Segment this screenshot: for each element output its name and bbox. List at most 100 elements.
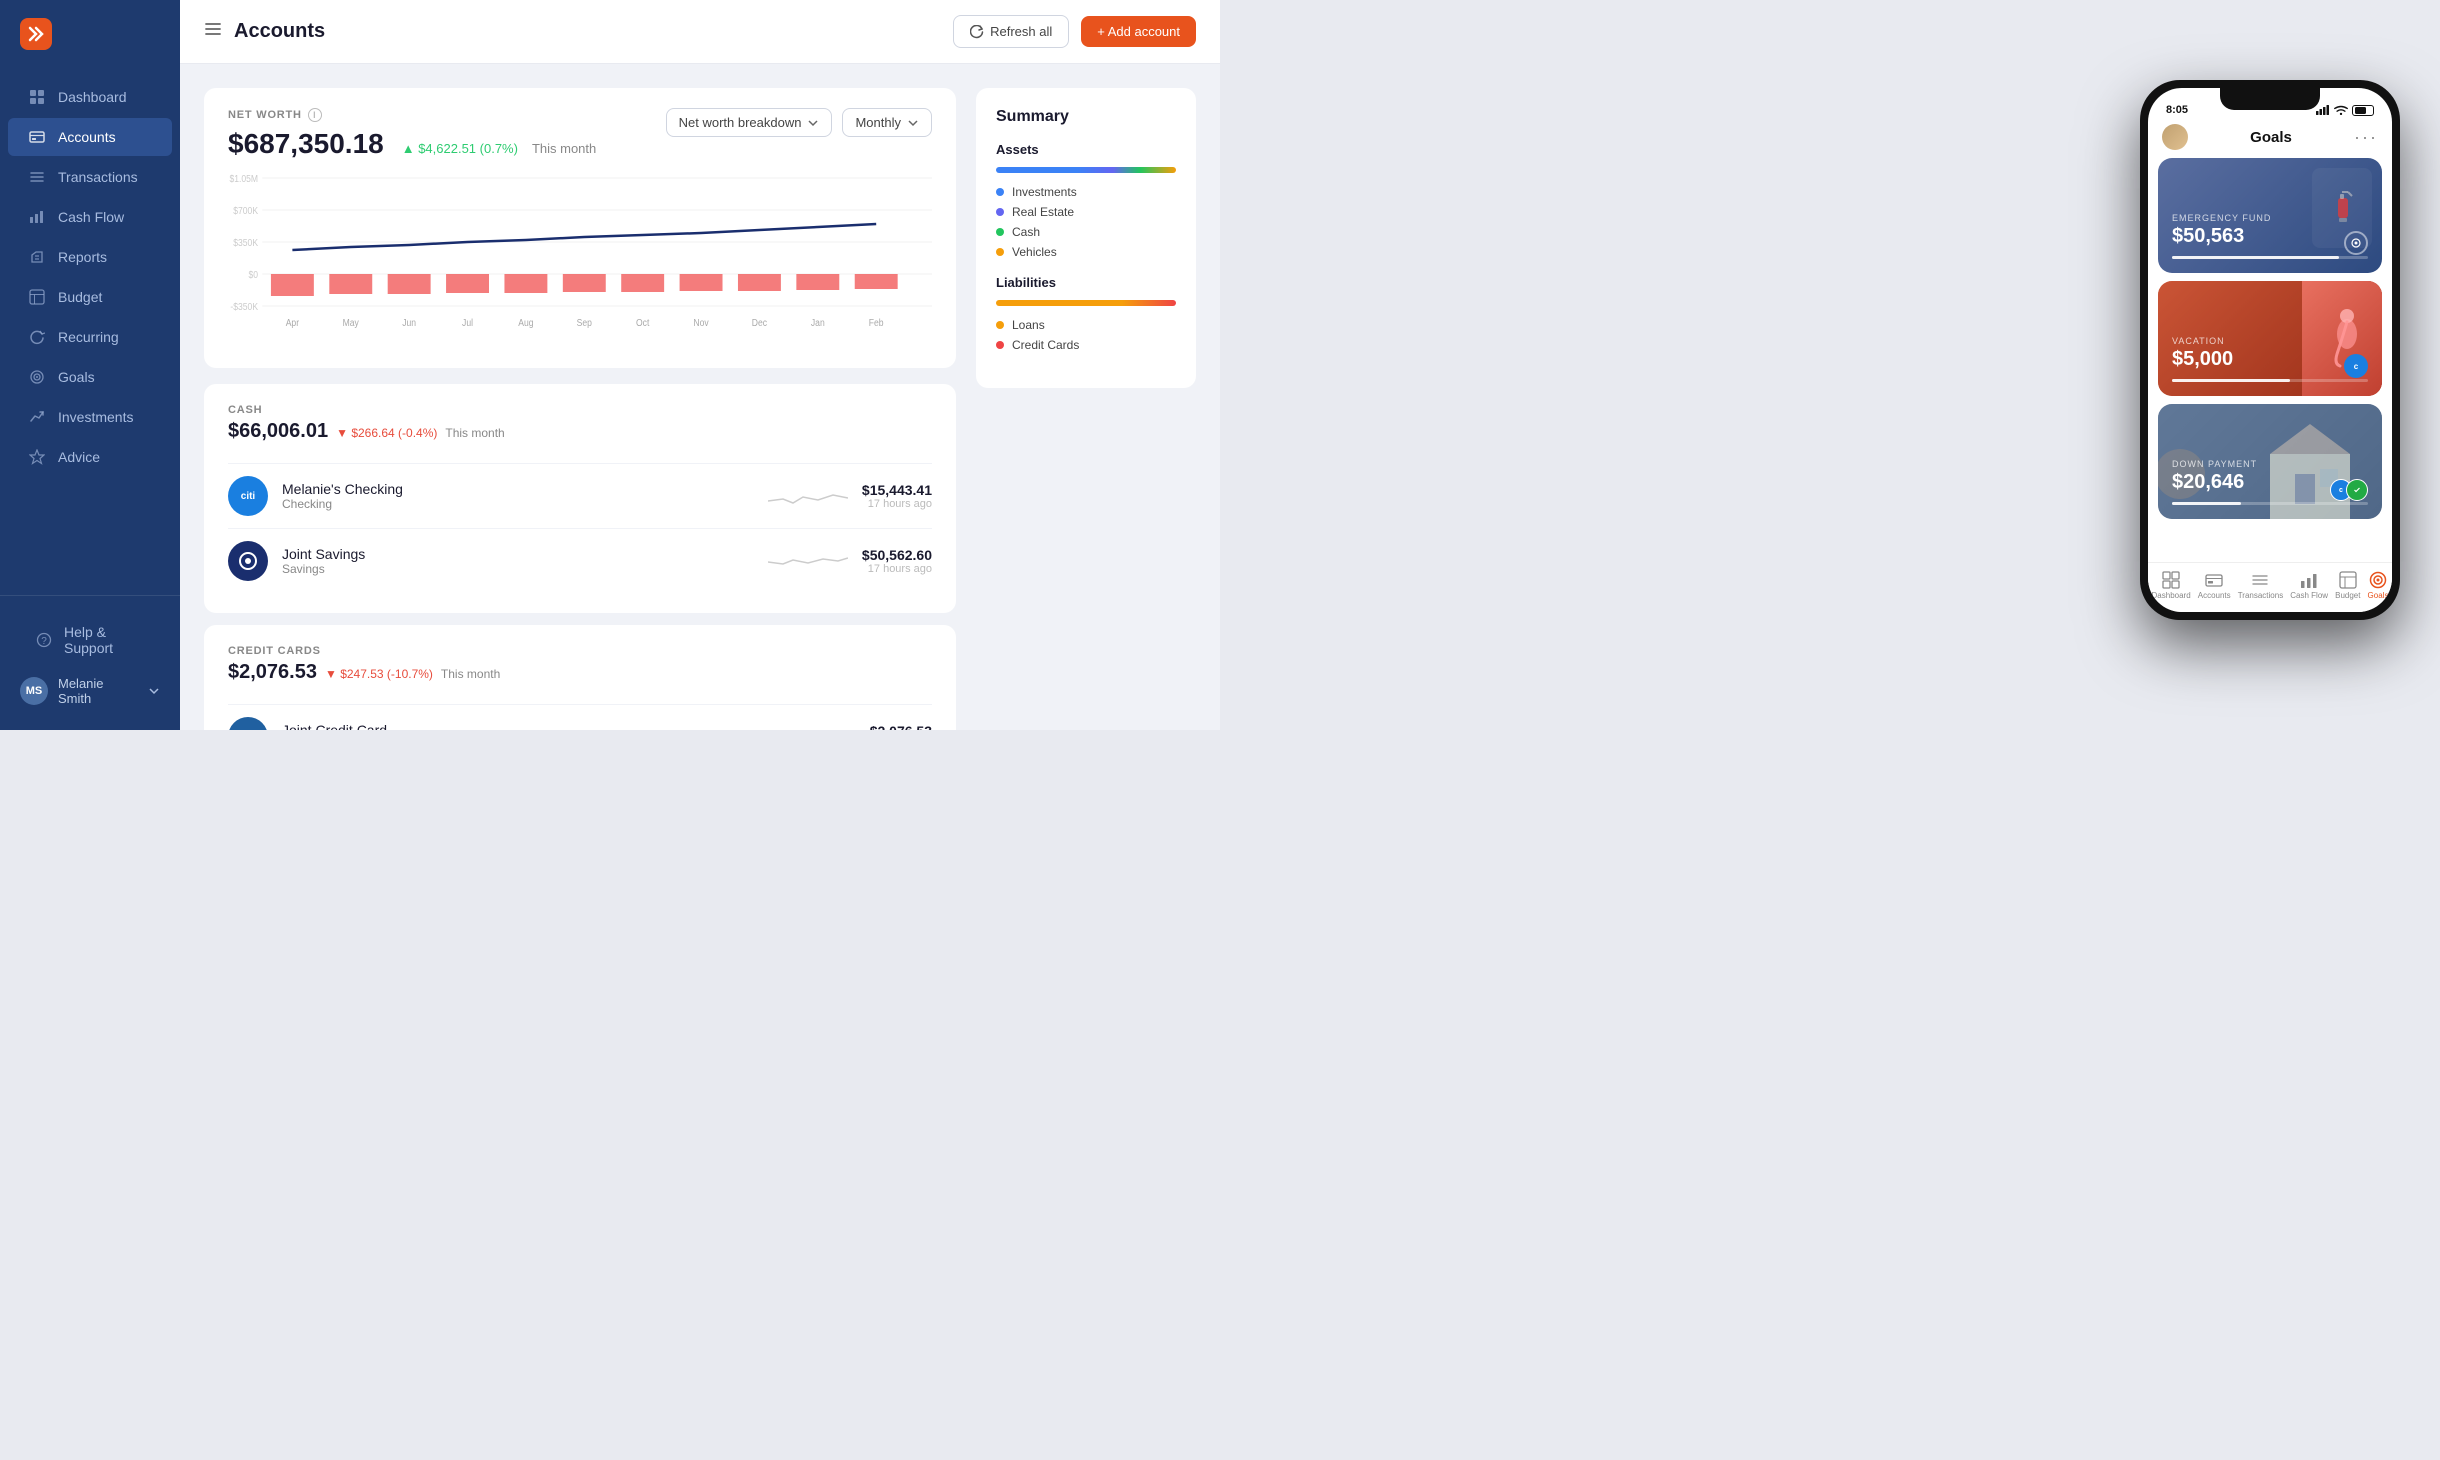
sidebar-item-budget[interactable]: Budget [8,278,172,316]
phone-tab-dashboard[interactable]: Dashboard [2152,571,2191,600]
more-options-icon[interactable]: ··· [2354,127,2378,148]
account-time: 17 hours ago [862,563,932,575]
phone-tab-budget[interactable]: Budget [2335,571,2360,600]
goal-content: EMERGENCY FUND $50,563 [2158,158,2382,273]
account-joint-savings[interactable]: Joint Savings Savings $50,562.60 17 hour… [228,528,932,593]
cashflow-icon [28,208,46,226]
refresh-icon [970,25,984,39]
svg-text:$350K: $350K [233,237,259,248]
main-content: Accounts Refresh all + Add account [180,0,1220,730]
sidebar-item-dashboard[interactable]: Dashboard [8,78,172,116]
app-logo[interactable] [20,18,52,50]
phone-tab-transactions[interactable]: Transactions [2238,571,2284,600]
battery-icon [2352,105,2374,116]
budget-icon [28,288,46,306]
svg-text:?: ? [41,636,47,647]
chevron-down-icon [807,117,819,129]
net-worth-label: NET WORTH i [228,108,596,122]
monthly-dropdown[interactable]: Monthly [842,108,932,137]
user-menu[interactable]: MS Melanie Smith [8,668,172,714]
sidebar-item-goals[interactable]: Goals [8,358,172,396]
goal-vacation[interactable]: VACATION $5,000 c [2158,281,2382,396]
menu-icon[interactable] [204,20,222,43]
net-worth-change: ▲ $4,622.51 (0.7%) [402,141,518,156]
tab-transactions-icon [2251,571,2269,589]
sidebar-item-advice[interactable]: Advice [8,438,172,476]
content-area: NET WORTH i $687,350.18 ▲ $4,622.51 (0.7… [180,64,1220,730]
account-joint-credit[interactable]: AMEX Joint Credit Card Credit Card $2,07… [228,704,932,730]
svg-text:Feb: Feb [869,317,884,328]
goal-progress-bg [2172,379,2368,382]
sidebar-item-label: Reports [58,249,107,265]
net-worth-card: NET WORTH i $687,350.18 ▲ $4,622.51 (0.7… [204,88,956,368]
tab-cashflow-icon [2300,571,2318,589]
net-worth-period: This month [532,141,596,156]
refresh-all-button[interactable]: Refresh all [953,15,1069,48]
add-account-button[interactable]: + Add account [1081,16,1196,47]
right-panel: Summary Assets Investments Real Estate C… [976,88,1196,706]
info-icon[interactable]: i [308,108,322,122]
account-melanie-checking[interactable]: citi Melanie's Checking Checking $15,443… [228,463,932,528]
account-balance: $50,562.60 [862,547,932,563]
phone-title: Goals [2250,129,2292,146]
tab-accounts-icon [2205,571,2223,589]
account-name: Joint Credit Card [282,722,760,730]
reports-icon [28,248,46,266]
cash-dot [996,228,1004,236]
credit-change: ▼ $247.53 (-10.7%) [325,667,433,681]
liabilities-legend: Loans Credit Cards [996,318,1176,352]
goal-content: DOWN PAYMENT $20,646 [2158,404,2382,519]
svg-text:Aug: Aug [518,317,533,328]
credit-header: CREDIT CARDS $2,076.53 ▼ $247.53 (-10.7%… [228,645,932,688]
nav-menu: Dashboard Accounts Transactions [0,68,180,595]
tab-budget-icon [2339,571,2357,589]
help-support-item[interactable]: ? Help & Support [16,614,164,666]
goal-emergency-fund[interactable]: EMERGENCY FUND $50,563 [2158,158,2382,273]
wifi-icon [2334,105,2348,115]
phone-tab-goals[interactable]: Goals [2368,571,2389,600]
credit-cards-section: CREDIT CARDS $2,076.53 ▼ $247.53 (-10.7%… [204,625,956,730]
loans-dot [996,321,1004,329]
recurring-icon [28,328,46,346]
goal-amount: $5,000 [2172,348,2368,371]
refresh-label: Refresh all [990,24,1052,39]
goal-progress-bg [2172,502,2368,505]
sidebar-item-reports[interactable]: Reports [8,238,172,276]
svg-text:$0: $0 [249,269,259,280]
net-worth-breakdown-dropdown[interactable]: Net worth breakdown [666,108,833,137]
citi-logo: citi [228,476,268,516]
sidebar-item-recurring[interactable]: Recurring [8,318,172,356]
chevron-down-icon [148,685,160,697]
summary-title: Summary [996,108,1176,126]
account-name: Melanie's Checking [282,481,754,497]
svg-text:Jun: Jun [402,317,416,328]
phone-tab-cashflow[interactable]: Cash Flow [2290,571,2328,600]
goal-downpayment[interactable]: DOWN PAYMENT $20,646 c [2158,404,2382,519]
liabilities-title: Liabilities [996,275,1176,290]
sidebar-item-accounts[interactable]: Accounts [8,118,172,156]
topbar-left: Accounts [204,20,325,43]
amex-logo: AMEX [228,717,268,730]
phone-tab-accounts[interactable]: Accounts [2198,571,2231,600]
sparkline [774,722,854,730]
topbar-right: Refresh all + Add account [953,15,1196,48]
account-balance: $15,443.41 [862,482,932,498]
credit-total: $2,076.53 [228,661,317,684]
legend-vehicles: Vehicles [996,245,1176,259]
sidebar-item-transactions[interactable]: Transactions [8,158,172,196]
svg-text:Jul: Jul [462,317,473,328]
sidebar-item-label: Accounts [58,129,116,145]
tab-goals-icon [2369,571,2387,589]
cash-header: CASH $66,006.01 ▼ $266.64 (-0.4%) This m… [228,404,932,447]
sidebar-item-label: Dashboard [58,89,127,105]
phone-overlay: 8:05 [2140,80,2400,620]
savings-icon [238,551,258,571]
account-right: $2,076.53 17 hours ago [868,723,932,730]
svg-text:-$350K: -$350K [230,301,258,312]
sidebar-item-cashflow[interactable]: Cash Flow [8,198,172,236]
svg-text:Sep: Sep [577,317,592,328]
svg-text:May: May [343,317,360,328]
investments-icon [28,408,46,426]
sidebar-item-investments[interactable]: Investments [8,398,172,436]
summary-card: Summary Assets Investments Real Estate C… [976,88,1196,388]
